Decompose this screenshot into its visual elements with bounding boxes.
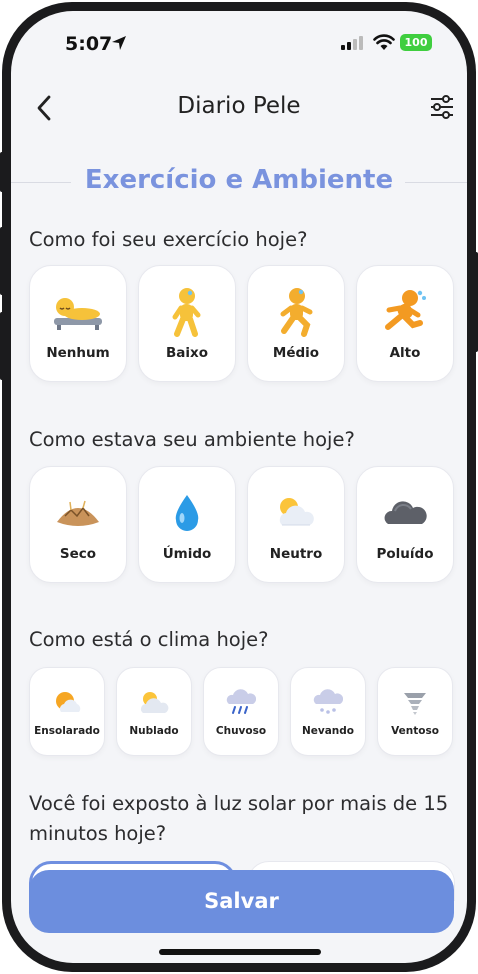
- exercise-option-alto[interactable]: Alto: [356, 265, 454, 382]
- person-walking-icon: [172, 287, 201, 337]
- option-label: Poluído: [376, 545, 434, 562]
- weather-option-nublado[interactable]: Nublado: [116, 667, 192, 756]
- page-title: Diario Pele: [177, 93, 301, 119]
- tornado-icon: [404, 693, 426, 715]
- dark-cloud-icon: [384, 500, 427, 524]
- option-label: Chuvoso: [215, 725, 267, 737]
- location-arrow-icon: [112, 36, 126, 50]
- environment-option-poluido[interactable]: Poluído: [356, 466, 454, 583]
- volume-up-button: [0, 227, 4, 295]
- option-label: Úmido: [162, 545, 212, 562]
- wifi-icon: [373, 34, 395, 50]
- option-label: Nenhum: [46, 344, 110, 361]
- weather-question: Como está o clima hoje?: [29, 628, 269, 651]
- person-running-icon: [385, 289, 426, 330]
- snow-cloud-icon: [313, 689, 343, 714]
- phone-frame: 5:07 100 Diario Pele Exercício e Ambient…: [0, 2, 478, 972]
- power-button: [474, 252, 478, 352]
- environment-option-neutro[interactable]: Neutro: [247, 466, 345, 583]
- option-label: Ensolarado: [34, 725, 100, 737]
- option-label: Médio: [272, 344, 320, 361]
- weather-option-nevando[interactable]: Nevando: [290, 667, 366, 756]
- exercise-options: Nenhum Baixo Médio Alto: [29, 265, 465, 382]
- environment-option-umido[interactable]: Úmido: [138, 466, 236, 583]
- weather-option-chuvoso[interactable]: Chuvoso: [203, 667, 279, 756]
- sun-icon: [56, 692, 81, 712]
- volume-down-button: [0, 312, 4, 380]
- option-label: Nublado: [129, 725, 179, 737]
- dry-ground-icon: [57, 500, 99, 526]
- section-header: Exercício e Ambiente: [11, 163, 467, 203]
- option-label: Seco: [59, 545, 97, 562]
- rain-cloud-icon: [226, 689, 256, 714]
- app-screen: 5:07 100 Diario Pele Exercício e Ambient…: [11, 11, 467, 963]
- option-label: Nevando: [301, 725, 355, 737]
- sun-behind-cloud-icon: [279, 497, 314, 525]
- exercise-option-nenhum[interactable]: Nenhum: [29, 265, 127, 382]
- mute-switch: [0, 152, 4, 192]
- option-label: Ventoso: [391, 725, 439, 737]
- weather-options: Ensolarado Nublado Chuvoso Nevando Vento…: [29, 667, 453, 756]
- sun-exposure-question: Você foi exposto à luz solar por mais de…: [29, 792, 449, 845]
- save-button[interactable]: Salvar: [29, 870, 454, 933]
- person-in-bed-icon: [54, 297, 102, 330]
- option-label: Baixo: [165, 344, 208, 361]
- person-jogging-icon: [280, 287, 313, 337]
- cloudy-icon: [141, 692, 169, 713]
- section-title: Exercício e Ambiente: [84, 165, 394, 195]
- sliders-icon[interactable]: [429, 93, 455, 121]
- weather-option-ventoso[interactable]: Ventoso: [377, 667, 453, 756]
- exercise-question: Como foi seu exercício hoje?: [29, 228, 308, 251]
- home-indicator: [159, 949, 321, 955]
- battery-indicator: 100: [400, 34, 432, 51]
- droplet-icon: [175, 494, 199, 531]
- weather-option-ensolarado[interactable]: Ensolarado: [29, 667, 105, 756]
- environment-question: Como estava seu ambiente hoje?: [29, 428, 355, 451]
- environment-option-seco[interactable]: Seco: [29, 466, 127, 583]
- environment-options: Seco Úmido Neutro Poluído: [29, 466, 465, 583]
- exercise-option-baixo[interactable]: Baixo: [138, 265, 236, 382]
- cellular-signal-icon: [341, 36, 363, 50]
- status-bar: 5:07 100: [11, 11, 467, 81]
- option-label: Neutro: [269, 545, 323, 562]
- status-time: 5:07: [65, 33, 113, 55]
- exercise-option-medio[interactable]: Médio: [247, 265, 345, 382]
- option-label: Alto: [389, 344, 421, 361]
